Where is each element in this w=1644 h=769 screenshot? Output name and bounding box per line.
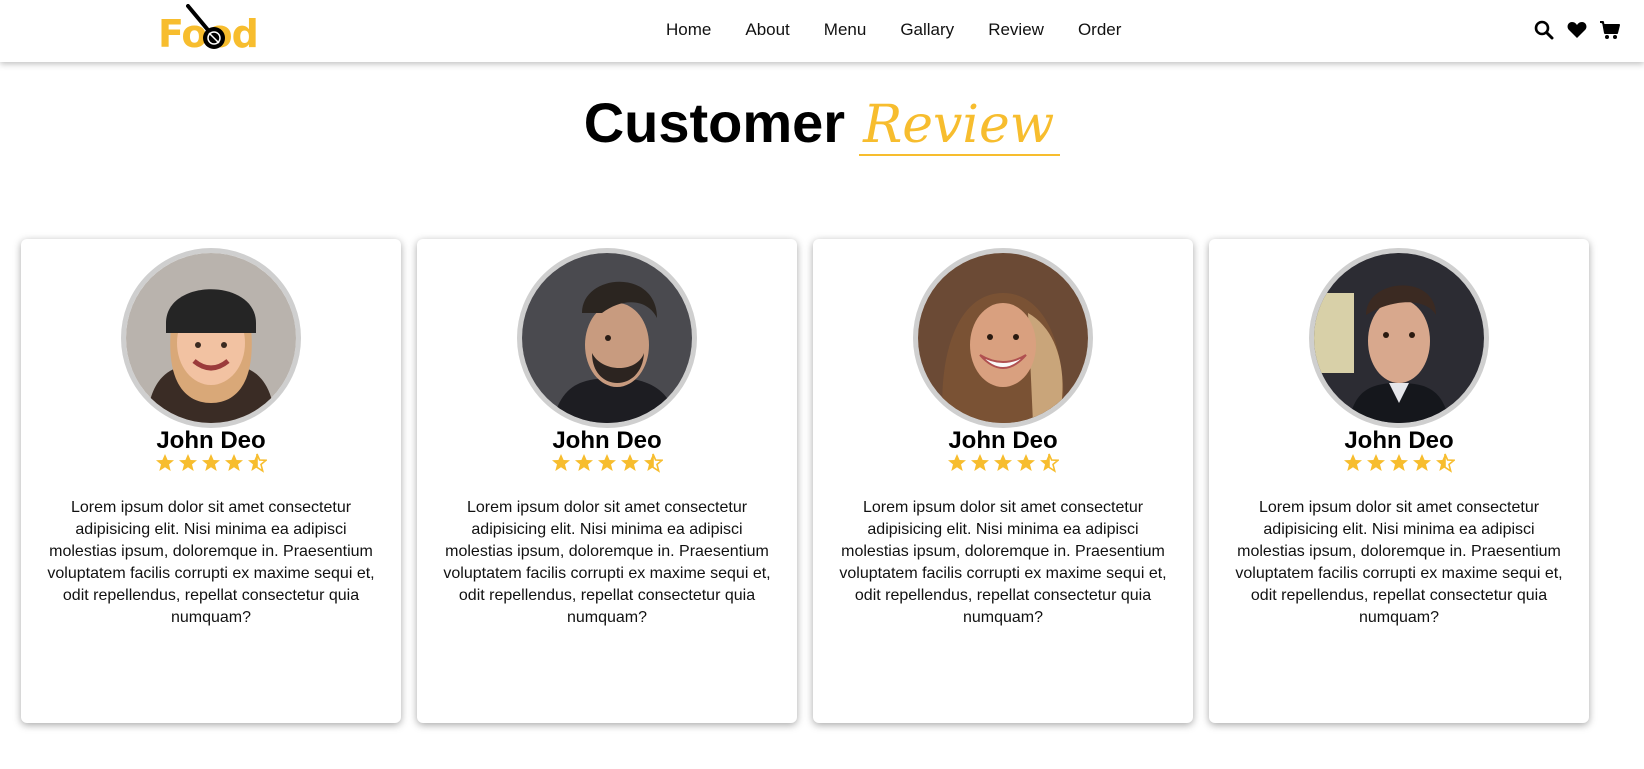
main-nav: Home About Menu Gallary Review Order — [666, 20, 1155, 40]
reviewer-name: John Deo — [948, 427, 1058, 454]
reviewer-name: John Deo — [552, 427, 662, 454]
heart-icon[interactable] — [1565, 18, 1589, 42]
star-icon — [621, 454, 639, 471]
review-card: John Deo Lorem ipsum dolor sit amet cons… — [1209, 239, 1589, 723]
nav-review[interactable]: Review — [988, 20, 1044, 40]
reviewer-name: John Deo — [1344, 427, 1454, 454]
nav-gallary[interactable]: Gallary — [900, 20, 954, 40]
star-icon — [598, 454, 616, 471]
reviewer-name: John Deo — [156, 427, 266, 454]
section-title: Customer Review — [0, 88, 1644, 158]
section-title-accent: Review — [859, 96, 1061, 156]
star-icon — [948, 454, 966, 471]
nav-about[interactable]: About — [745, 20, 789, 40]
star-icon — [575, 454, 593, 471]
star-icon — [156, 454, 174, 471]
cart-icon[interactable] — [1598, 18, 1622, 42]
rating-stars — [21, 453, 401, 473]
navbar: Food Home About Menu Gallary Review Orde… — [0, 0, 1644, 62]
nav-menu[interactable]: Menu — [824, 20, 867, 40]
star-icon — [1390, 454, 1408, 471]
review-cards: John Deo Lorem ipsum dolor sit amet cons… — [21, 239, 1605, 723]
star-icon — [1367, 454, 1385, 471]
pan-icon — [186, 4, 225, 49]
star-half-icon — [248, 453, 267, 473]
star-icon — [552, 454, 570, 471]
nav-icons — [1532, 18, 1631, 42]
star-icon — [994, 454, 1012, 471]
nav-order[interactable]: Order — [1078, 20, 1121, 40]
star-icon — [1017, 454, 1035, 471]
review-text: Lorem ipsum dolor sit amet consectetur a… — [47, 499, 375, 626]
star-icon — [971, 454, 989, 471]
star-half-icon — [644, 453, 663, 473]
star-icon — [179, 454, 197, 471]
avatar — [517, 248, 697, 428]
review-card: John Deo Lorem ipsum dolor sit amet cons… — [21, 239, 401, 723]
star-icon — [1344, 454, 1362, 471]
review-card: John Deo Lorem ipsum dolor sit amet cons… — [813, 239, 1193, 723]
star-half-icon — [1436, 453, 1455, 473]
star-half-icon — [1040, 453, 1059, 473]
rating-stars — [813, 453, 1193, 473]
star-icon — [202, 454, 220, 471]
section-title-main: Customer — [583, 91, 846, 154]
review-card: John Deo Lorem ipsum dolor sit amet cons… — [417, 239, 797, 723]
rating-stars — [1209, 453, 1589, 473]
search-icon[interactable] — [1532, 18, 1556, 42]
star-icon — [1413, 454, 1431, 471]
review-text: Lorem ipsum dolor sit amet consectetur a… — [839, 499, 1167, 626]
avatar — [121, 248, 301, 428]
star-icon — [225, 454, 243, 471]
avatar — [1309, 248, 1489, 428]
review-text: Lorem ipsum dolor sit amet consectetur a… — [1235, 499, 1563, 626]
review-text: Lorem ipsum dolor sit amet consectetur a… — [443, 499, 771, 626]
avatar — [913, 248, 1093, 428]
rating-stars — [417, 453, 797, 473]
logo[interactable]: Food — [158, 4, 268, 56]
nav-home[interactable]: Home — [666, 20, 711, 40]
